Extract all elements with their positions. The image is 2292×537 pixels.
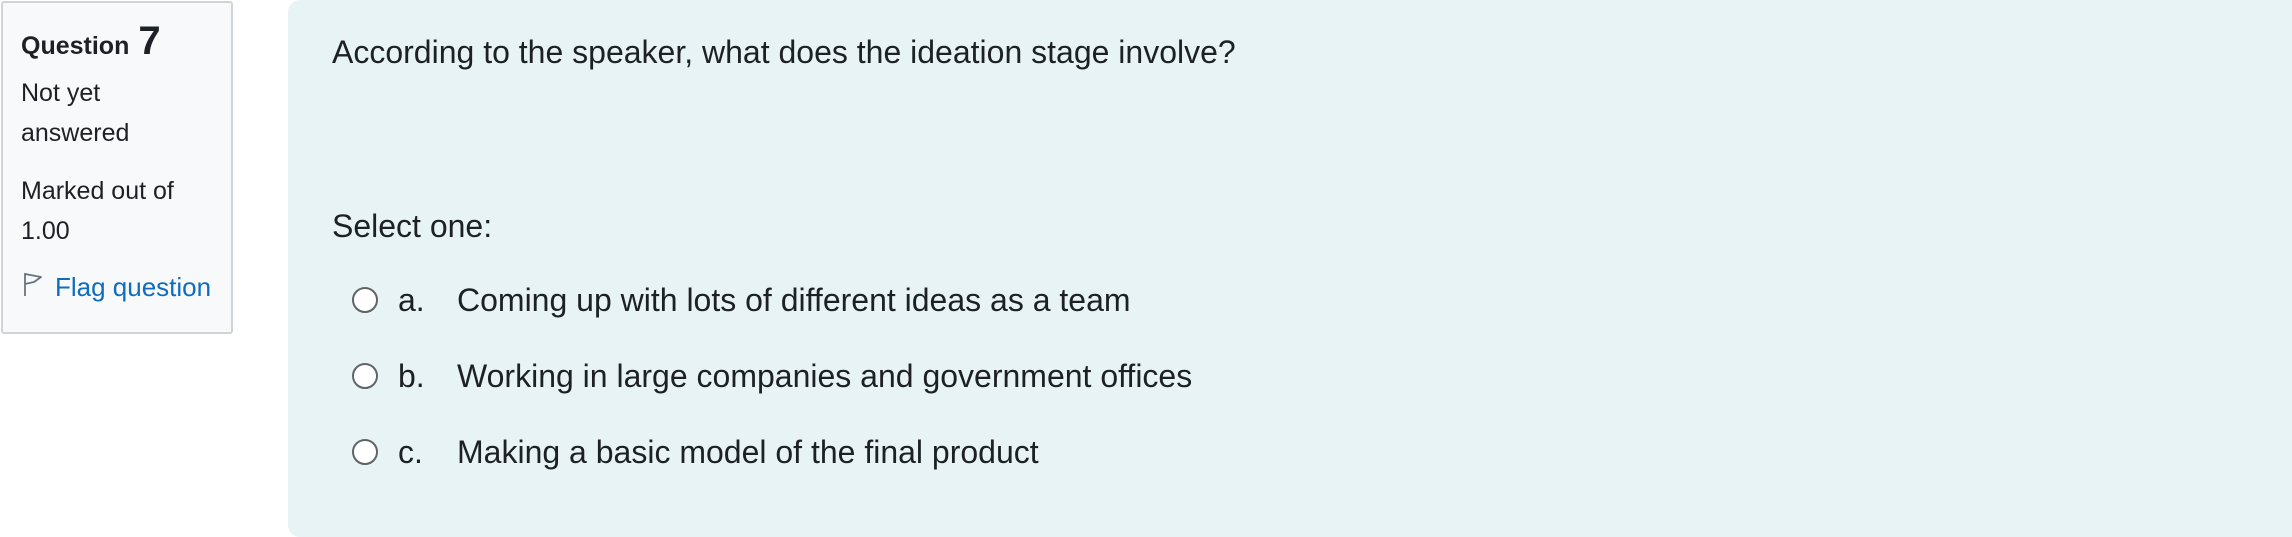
answer-option-a[interactable]: a. Coming up with lots of different idea… bbox=[332, 262, 2292, 338]
select-one-prompt: Select one: bbox=[332, 208, 493, 244]
question-state: Not yet answered bbox=[21, 79, 130, 147]
answer-option-c[interactable]: c. Making a basic model of the final pro… bbox=[332, 414, 2292, 490]
radio-button-c[interactable] bbox=[352, 439, 378, 465]
answer-letter: c. bbox=[398, 433, 423, 470]
answer-text: Coming up with lots of different ideas a… bbox=[457, 281, 1131, 318]
answer-letter: b. bbox=[398, 357, 425, 394]
radio-button-b[interactable] bbox=[352, 363, 378, 389]
question-number: 7 bbox=[138, 19, 161, 63]
answer-option-b[interactable]: b. Working in large companies and govern… bbox=[332, 338, 2292, 414]
question-content-box: According to the speaker, what does the … bbox=[288, 0, 2292, 537]
quiz-page: Question 7 Not yet answered Marked out o… bbox=[0, 0, 2292, 537]
question-number-heading: Question 7 bbox=[21, 21, 215, 61]
answer-text: Working in large companies and governmen… bbox=[457, 357, 1193, 394]
question-label: Question bbox=[21, 32, 130, 60]
flag-question-link[interactable]: Flag question bbox=[21, 271, 215, 304]
question-grade: Marked out of 1.00 bbox=[21, 177, 174, 245]
question-text: According to the speaker, what does the … bbox=[332, 34, 1236, 70]
radio-button-a[interactable] bbox=[352, 287, 378, 313]
answer-letter: a. bbox=[398, 281, 425, 318]
flag-icon bbox=[21, 271, 55, 304]
answer-text: Making a basic model of the final produc… bbox=[457, 433, 1039, 470]
flag-question-label: Flag question bbox=[55, 272, 212, 302]
question-info-card: Question 7 Not yet answered Marked out o… bbox=[1, 1, 233, 334]
answer-options: a. Coming up with lots of different idea… bbox=[332, 262, 2292, 490]
